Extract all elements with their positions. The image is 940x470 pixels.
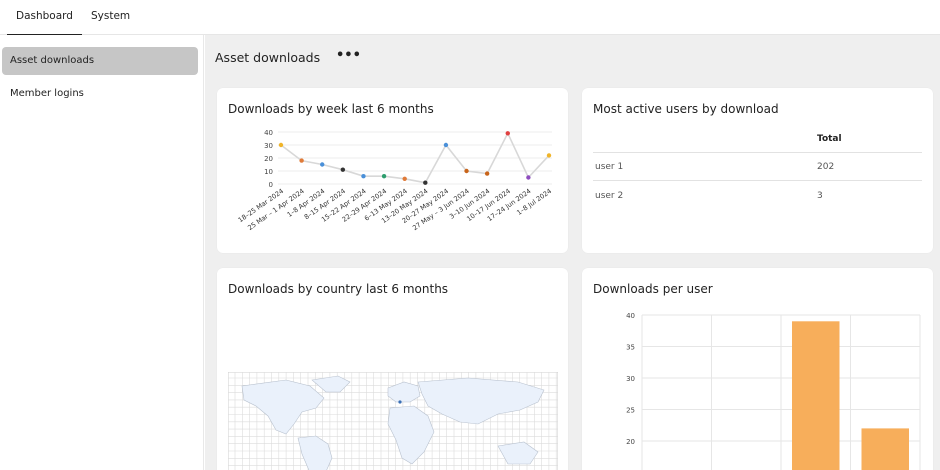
data-point — [443, 142, 449, 148]
y-tick-label: 30 — [264, 142, 273, 150]
data-point — [423, 180, 428, 185]
card-title-downloads-by-country: Downloads by country last 6 months — [228, 282, 449, 296]
y-tick-label: 35 — [626, 344, 635, 352]
y-tick-label: 20 — [264, 155, 273, 163]
ellipsis-icon[interactable]: ••• — [336, 48, 361, 63]
data-point — [361, 174, 366, 179]
data-point — [381, 174, 387, 179]
data-point — [320, 162, 325, 167]
y-tick-label: 25 — [626, 407, 635, 415]
table-header-total: Total — [817, 134, 842, 144]
downloads-by-week-card: Downloads by week last 6 months 0 10 20 30 4… — [217, 88, 568, 253]
sidebar: Asset downloads Member logins — [0, 35, 204, 470]
table-cell-total: 202 — [817, 162, 835, 172]
y-tick-label: 40 — [626, 312, 635, 320]
bar — [792, 321, 840, 470]
data-point — [484, 171, 490, 176]
y-tick-label: 10 — [264, 168, 273, 176]
most-active-users-card: Most active users by download Total user… — [582, 88, 933, 253]
data-point — [340, 167, 346, 172]
data-point — [402, 176, 407, 181]
data-point — [546, 153, 552, 158]
downloads-by-week-chart: 01020304018–25 Mar 202425 Mar – 1 Apr 20… — [237, 129, 553, 232]
y-tick-label: 40 — [264, 129, 273, 137]
main-content: Asset downloads ••• Downloads by week la… — [205, 35, 940, 470]
y-tick-label: 30 — [626, 375, 635, 383]
card-title-most-active-users: Most active users by download — [593, 102, 779, 116]
y-tick-label: 20 — [626, 438, 635, 446]
tab-dashboard[interactable]: Dashboard — [7, 10, 82, 36]
data-point — [278, 142, 284, 148]
sidebar-item-member-logins[interactable]: Member logins — [2, 80, 198, 108]
data-point — [505, 131, 510, 136]
page-title: Asset downloads — [215, 50, 321, 65]
table-divider — [593, 180, 922, 181]
top-tab-bar: Dashboard System — [0, 0, 940, 36]
downloads-per-user-chart: 403530252015 — [626, 312, 921, 470]
data-point — [526, 175, 531, 180]
bar — [861, 428, 909, 470]
table-cell-user: user 1 — [595, 162, 624, 172]
data-point — [299, 158, 304, 163]
downloads-per-user-card: Downloads per user 403530252015 — [582, 268, 933, 470]
table-cell-total: 3 — [817, 191, 823, 201]
table-divider — [593, 152, 922, 153]
downloads-by-country-card: Downloads by country last 6 months — [217, 268, 568, 470]
tab-system[interactable]: System — [91, 10, 130, 22]
sidebar-item-asset-downloads[interactable]: Asset downloads — [2, 47, 198, 75]
y-tick-label: 0 — [269, 181, 273, 189]
table-cell-user: user 2 — [595, 191, 624, 201]
data-point — [464, 168, 469, 174]
world-map[interactable] — [228, 372, 558, 470]
